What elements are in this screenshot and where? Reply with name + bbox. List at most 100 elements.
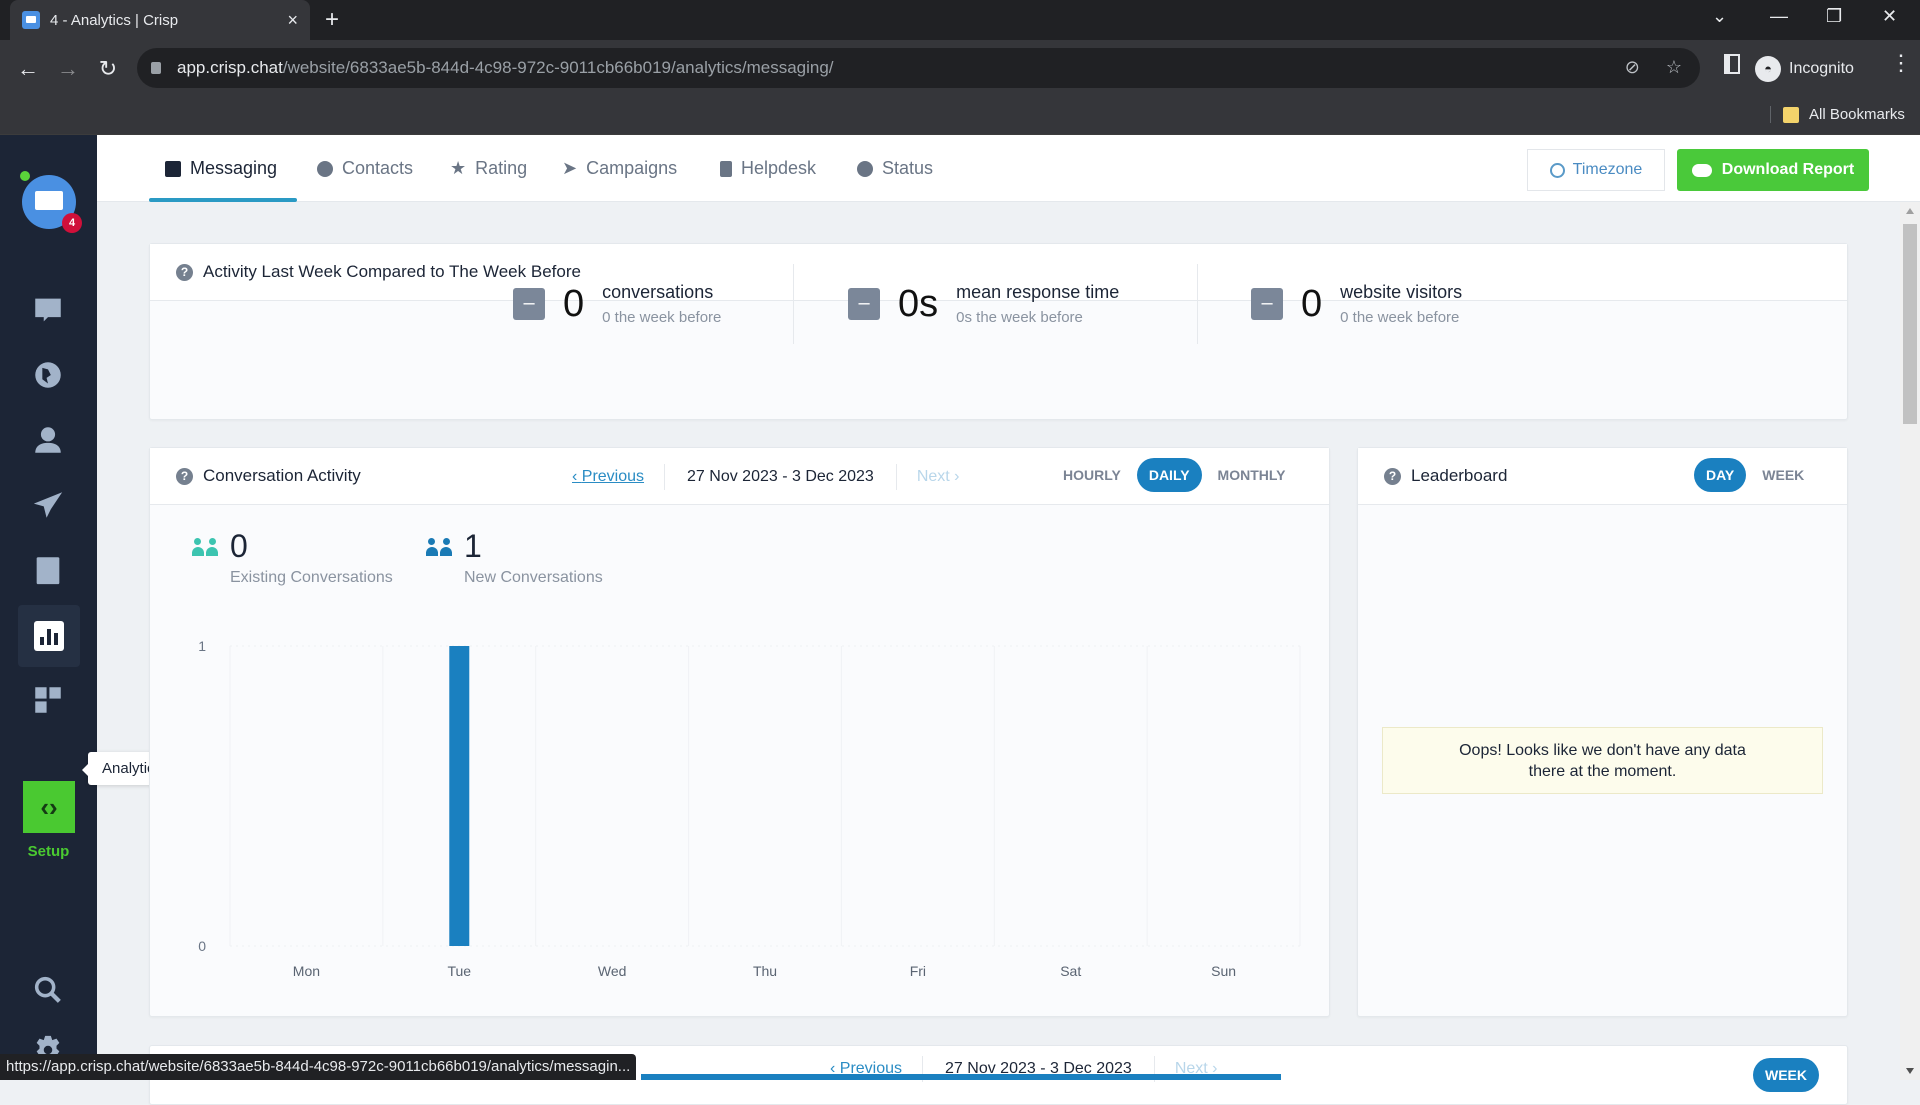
timezone-button[interactable]: Timezone	[1527, 149, 1665, 191]
code-icon: ‹›	[40, 791, 58, 822]
download-label: Download Report	[1721, 161, 1855, 178]
user-icon	[35, 427, 61, 453]
stat-label: mean response time	[956, 282, 1120, 302]
tab-label: Campaigns	[586, 158, 678, 178]
cloud-download-icon	[1691, 163, 1712, 177]
download-report-button[interactable]: Download Report	[1677, 149, 1869, 191]
url-host: app.crisp.chat	[177, 58, 283, 77]
eye-off-icon[interactable]: ⊘	[1625, 57, 1640, 78]
tab-contacts[interactable]: Contacts	[317, 135, 413, 202]
tab-search-icon[interactable]: ⌄	[1712, 6, 1727, 27]
tab-status[interactable]: Status	[857, 135, 933, 202]
minimize-button[interactable]: —	[1770, 6, 1788, 27]
close-tab-icon[interactable]: ×	[287, 10, 298, 31]
neutral-trend-icon: –	[848, 288, 880, 320]
chat-logo-icon	[35, 191, 63, 210]
timezone-label: Timezone	[1572, 161, 1643, 178]
chat-bubble-icon	[35, 298, 61, 322]
help-icon[interactable]: ?	[176, 263, 193, 281]
incognito-profile[interactable]: ◓ Incognito	[1755, 52, 1854, 86]
crisp-logo-avatar[interactable]: 4	[20, 171, 82, 233]
stat-website-visitors: – 0 website visitors 0 the week before	[1251, 244, 1462, 364]
y-tick-label: 0	[198, 938, 206, 954]
people-icon	[317, 160, 333, 177]
send-icon: ➤	[562, 158, 578, 178]
tab-campaigns[interactable]: ➤ Campaigns	[562, 135, 677, 202]
reload-icon[interactable]: ↻	[88, 56, 128, 82]
x-tick-label: Fri	[910, 963, 926, 979]
tab-label: Helpdesk	[741, 158, 817, 178]
clock-icon	[1549, 162, 1565, 178]
x-tick-label: Tue	[447, 963, 471, 979]
stat-sub: 0s the week before	[956, 309, 1083, 326]
day-button[interactable]: DAY	[1694, 458, 1747, 492]
stat-sub: 0 the week before	[602, 309, 722, 326]
tab-messaging[interactable]: Messaging	[165, 135, 277, 202]
tab-helpdesk[interactable]: Helpdesk	[720, 135, 816, 202]
active-tab-underline	[149, 198, 297, 202]
stat-conversations: – 0 conversations 0 the week before	[513, 244, 721, 364]
all-bookmarks[interactable]: All Bookmarks	[1770, 106, 1905, 123]
tab-label: Messaging	[190, 158, 278, 178]
scroll-down-arrow[interactable]	[1906, 1068, 1914, 1074]
check-circle-icon	[857, 160, 873, 177]
new-tab-button[interactable]: +	[325, 6, 339, 34]
sidebar-item-visitors[interactable]	[28, 355, 68, 395]
tab-title: 4 - Analytics | Crisp	[50, 11, 179, 29]
y-tick-label: 1	[198, 638, 206, 654]
browser-tab[interactable]: 4 - Analytics | Crisp ×	[10, 0, 310, 40]
sidebar-item-search[interactable]	[28, 970, 68, 1010]
address-bar-row: ← → ↻ app.crisp.chat/website/6833ae5b-84…	[0, 40, 1920, 97]
neutral-trend-icon: –	[1251, 288, 1283, 320]
incognito-icon: ◓	[1755, 56, 1781, 82]
x-tick-label: Mon	[293, 963, 320, 979]
x-tick-label: Wed	[598, 963, 627, 979]
book-icon	[720, 160, 732, 177]
app-sidebar: 4 Analytics ‹› Setup	[0, 135, 177, 1080]
bar	[449, 646, 470, 946]
scroll-up-arrow[interactable]	[1906, 208, 1914, 214]
sidebar-item-inbox[interactable]	[28, 290, 68, 330]
week-button[interactable]: WEEK	[1753, 1058, 1819, 1092]
divider	[793, 264, 794, 344]
page-scrollbar[interactable]	[1900, 202, 1920, 1080]
bookmark-star-icon[interactable]: ☆	[1666, 57, 1682, 78]
sidebar-item-plugins[interactable]	[28, 680, 68, 720]
x-tick-label: Thu	[753, 963, 777, 979]
sidebar-item-campaigns[interactable]	[28, 485, 68, 525]
book-icon	[36, 557, 60, 585]
empty-line-2: there at the moment.	[1528, 763, 1677, 780]
stat-sub: 0 the week before	[1340, 309, 1460, 326]
neutral-trend-icon: –	[513, 288, 545, 320]
setup-label: Setup	[27, 843, 70, 860]
side-panel-icon[interactable]	[1724, 54, 1740, 74]
setup-button[interactable]: ‹›	[23, 781, 75, 833]
stat-value: 0s	[898, 282, 939, 325]
tab-label: Contacts	[342, 158, 414, 178]
x-tick-label: Sun	[1211, 963, 1236, 979]
sidebar-item-contacts[interactable]	[28, 420, 68, 460]
url-input[interactable]: app.crisp.chat/website/6833ae5b-844d-4c9…	[137, 48, 1700, 88]
restore-button[interactable]: ❐	[1826, 6, 1842, 27]
stat-mean-response-time: – 0s mean response time 0s the week befor…	[848, 244, 1119, 364]
empty-state-message: Oops! Looks like we don't have any data …	[1382, 727, 1823, 794]
help-icon[interactable]: ?	[1384, 467, 1401, 485]
stat-value: 0	[563, 282, 585, 325]
week-button[interactable]: WEEK	[1750, 458, 1816, 492]
url-path: /website/6833ae5b-844d-4c98-972c-9011cb6…	[282, 58, 834, 77]
stat-label: conversations	[602, 282, 714, 302]
empty-line-1: Oops! Looks like we don't have any data	[1459, 742, 1746, 759]
sidebar-item-helpdesk[interactable]	[28, 550, 68, 590]
tab-rating[interactable]: ★ Rating	[450, 135, 527, 202]
forward-icon[interactable]: →	[48, 56, 88, 82]
all-bookmarks-label: All Bookmarks	[1809, 106, 1905, 123]
close-window-button[interactable]: ✕	[1882, 6, 1897, 27]
browser-menu-icon[interactable]: ⋮	[1890, 50, 1912, 76]
notification-badge: 4	[62, 213, 82, 233]
scroll-thumb[interactable]	[1903, 224, 1917, 424]
divider	[1197, 264, 1198, 344]
conversation-bar-chart: 0 1 Mon Tue Wed Thu Fri Sat Sun	[198, 638, 1301, 979]
bookmarks-bar: All Bookmarks	[0, 97, 1920, 135]
back-icon[interactable]: ←	[8, 56, 48, 82]
sidebar-item-analytics[interactable]	[18, 605, 80, 667]
